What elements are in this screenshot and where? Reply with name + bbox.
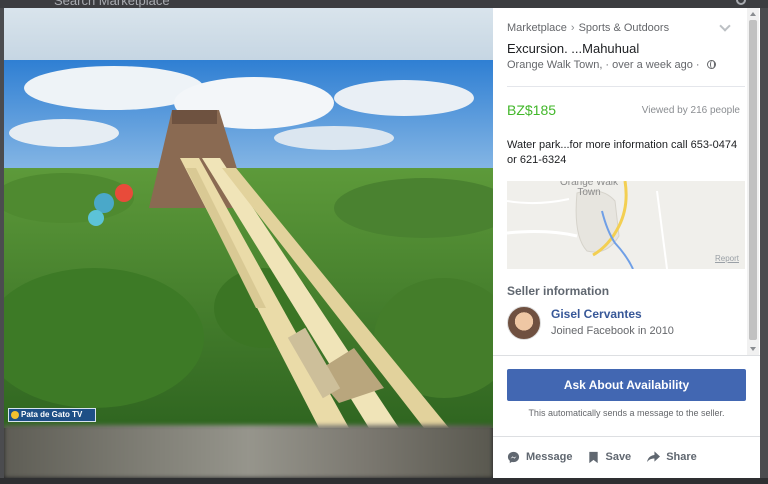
listing-actions: Message Save Share bbox=[507, 449, 713, 465]
divider bbox=[507, 86, 745, 87]
listing-photo[interactable]: Pata de Gato TV bbox=[4, 8, 493, 478]
breadcrumb-marketplace[interactable]: Marketplace bbox=[507, 22, 567, 34]
message-label: Message bbox=[526, 451, 573, 463]
slide-tube bbox=[94, 193, 114, 213]
map-place-label: Orange Walk Town bbox=[560, 181, 618, 198]
location-map[interactable]: Orange Walk Town Report bbox=[507, 181, 745, 269]
slide-tube bbox=[115, 184, 133, 202]
seller-joined: Joined Facebook in 2010 bbox=[551, 325, 674, 337]
globe-icon bbox=[706, 60, 716, 69]
map-graphic bbox=[507, 181, 745, 269]
map-town-area bbox=[575, 190, 620, 253]
divider bbox=[493, 436, 760, 437]
seller-name[interactable]: Gisel Cervantes bbox=[551, 307, 642, 321]
scroll-thumb[interactable] bbox=[749, 20, 757, 340]
listing-posted-time: over a week ago · bbox=[612, 59, 700, 71]
messenger-icon bbox=[507, 451, 520, 463]
scroll-down-arrow-icon[interactable] bbox=[750, 347, 756, 351]
listing-meta: Orange Walk Town, · over a week ago · bbox=[507, 59, 716, 71]
view-count: Viewed by 216 people bbox=[641, 105, 740, 116]
scrollbar[interactable] bbox=[747, 8, 759, 355]
share-button[interactable]: Share bbox=[647, 451, 697, 463]
search-icon bbox=[736, 0, 746, 5]
breadcrumb: Marketplace › Sports & Outdoors bbox=[507, 22, 669, 34]
save-label: Save bbox=[605, 451, 632, 463]
marketplace-search-bar: Search Marketplace bbox=[0, 0, 768, 8]
map-report-link[interactable]: Report bbox=[715, 254, 739, 263]
save-button[interactable]: Save bbox=[588, 451, 631, 464]
listing-price: BZ$185 bbox=[507, 102, 557, 118]
watermark-logo-icon bbox=[11, 411, 19, 419]
photo-watermark: Pata de Gato TV bbox=[8, 408, 96, 422]
scroll-up-arrow-icon[interactable] bbox=[750, 12, 756, 16]
seller-heading: Seller information bbox=[507, 284, 610, 298]
avatar[interactable] bbox=[507, 306, 541, 340]
breadcrumb-category[interactable]: Sports & Outdoors bbox=[579, 22, 670, 34]
listing-title: Excursion. ...Mahuhual bbox=[507, 41, 640, 56]
ask-about-availability-button[interactable]: Ask About Availability bbox=[507, 369, 746, 401]
slide-tube bbox=[88, 210, 104, 226]
auto-message-note: This automatically sends a message to th… bbox=[528, 408, 725, 418]
chevron-down-icon[interactable] bbox=[719, 20, 731, 32]
listing-description: Water park...for more information call 6… bbox=[507, 139, 738, 166]
watermark-text: Pata de Gato TV bbox=[21, 410, 83, 419]
listing-location[interactable]: Orange Walk Town, · bbox=[507, 59, 609, 71]
cloud bbox=[274, 126, 394, 150]
cloud bbox=[334, 80, 474, 116]
details-scroll-area[interactable]: Marketplace › Sports & Outdoors Excursion.… bbox=[493, 8, 760, 355]
breadcrumb-separator: › bbox=[570, 22, 575, 34]
listing-details-panel: Marketplace › Sports & Outdoors Excursion.… bbox=[493, 8, 760, 478]
share-label: Share bbox=[666, 451, 697, 463]
cloud bbox=[9, 119, 119, 147]
listing-modal: Pata de Gato TV Marketplace › Sports & Out… bbox=[4, 8, 760, 478]
pyramid-top bbox=[172, 110, 217, 124]
share-arrow-icon bbox=[647, 451, 661, 463]
photo-bottom-blur bbox=[4, 425, 493, 478]
message-button[interactable]: Message bbox=[507, 451, 572, 464]
bookmark-icon bbox=[589, 451, 599, 463]
background-listing-strip bbox=[0, 478, 768, 484]
marketplace-search-placeholder: Search Marketplace bbox=[54, 0, 170, 8]
divider bbox=[493, 355, 760, 356]
